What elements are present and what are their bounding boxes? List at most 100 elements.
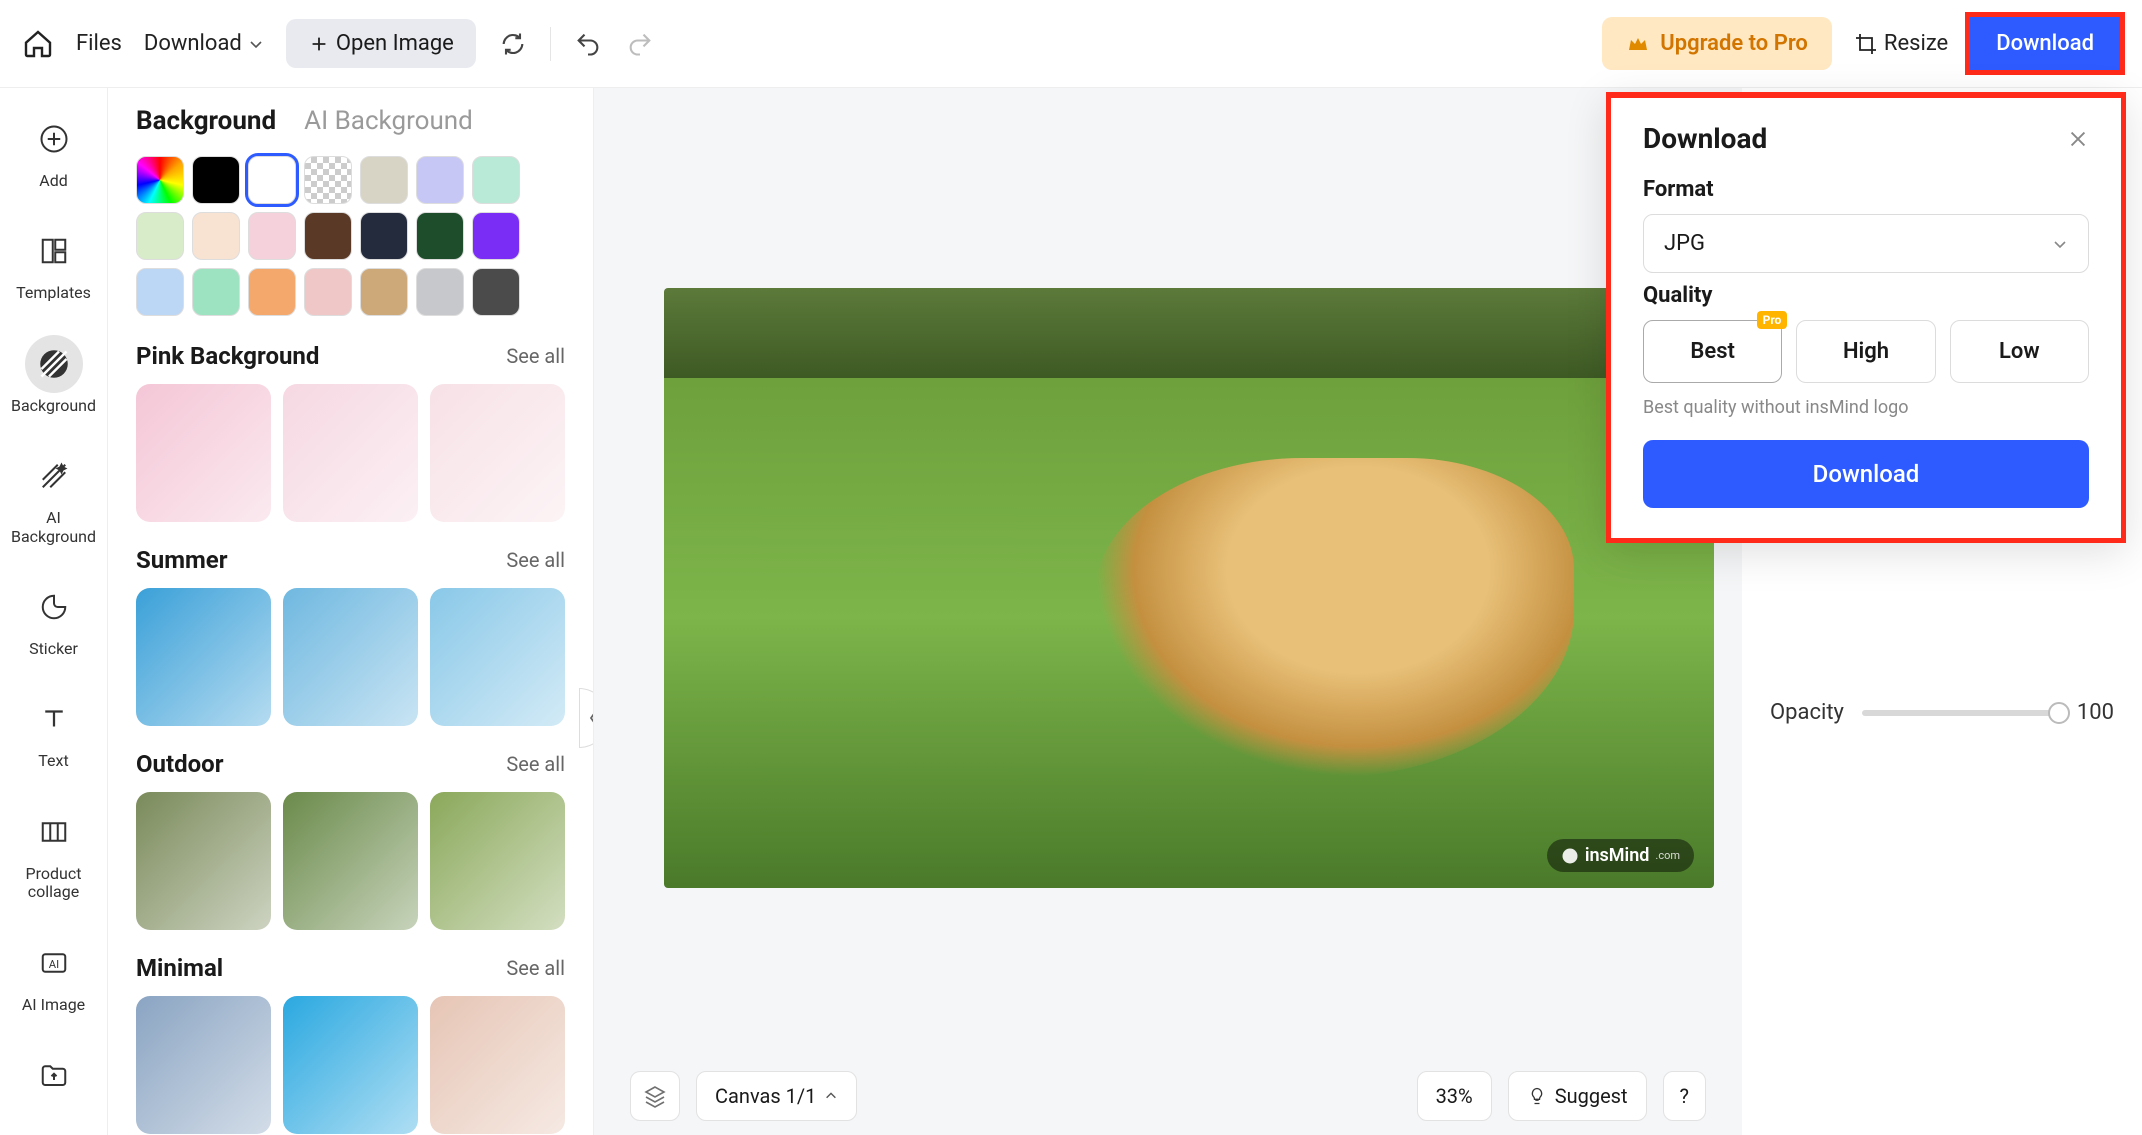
subject-dog xyxy=(1094,458,1574,778)
thumb-outdoor-2[interactable] xyxy=(430,792,565,930)
close-button[interactable] xyxy=(2067,128,2089,150)
zoom-indicator[interactable]: 33% xyxy=(1417,1071,1492,1121)
swatch-gray-tan[interactable] xyxy=(360,156,408,204)
open-image-button[interactable]: Open Image xyxy=(286,19,476,68)
thumb-pink-1[interactable] xyxy=(283,384,418,522)
thumb-outdoor-1[interactable] xyxy=(283,792,418,930)
help-button[interactable]: ? xyxy=(1663,1071,1706,1121)
swatch-peach[interactable] xyxy=(192,212,240,260)
swatch-forest[interactable] xyxy=(416,212,464,260)
swatch-tan[interactable] xyxy=(360,268,408,316)
swatch-transparent[interactable] xyxy=(304,156,352,204)
background-panel: Background AI Background Pink Background… xyxy=(108,88,594,1135)
upload-folder-icon xyxy=(25,1046,83,1104)
rail-templates[interactable]: Templates xyxy=(6,212,102,312)
redo-button[interactable] xyxy=(625,29,655,59)
canvas-footer: Canvas 1/1 33% Suggest ? xyxy=(630,1071,1706,1121)
see-all-pink[interactable]: See all xyxy=(506,344,565,368)
swatch-white[interactable] xyxy=(248,156,296,204)
see-all-minimal[interactable]: See all xyxy=(506,956,565,980)
swatch-seafoam[interactable] xyxy=(192,268,240,316)
rail-ai-background[interactable]: AI Background xyxy=(6,437,102,556)
format-value: JPG xyxy=(1664,231,1705,256)
opacity-control: Opacity 100 xyxy=(1770,700,2114,725)
thumb-minimal-1[interactable] xyxy=(283,996,418,1134)
sticker-icon xyxy=(25,578,83,636)
swatch-sky-grad[interactable] xyxy=(136,268,184,316)
collage-icon xyxy=(25,803,83,861)
quality-note: Best quality without insMind logo xyxy=(1643,397,2089,418)
collapse-panel-handle[interactable] xyxy=(579,688,594,748)
crop-icon xyxy=(1854,32,1878,56)
rail-upload[interactable] xyxy=(6,1036,102,1114)
format-select[interactable]: JPG xyxy=(1643,214,2089,273)
swatch-mint[interactable] xyxy=(472,156,520,204)
see-all-outdoor[interactable]: See all xyxy=(506,752,565,776)
watermark: insMind.com xyxy=(1547,839,1694,872)
thumb-pink-0[interactable] xyxy=(136,384,271,522)
quality-option-best[interactable]: BestPro xyxy=(1643,320,1782,383)
canvas-selector[interactable]: Canvas 1/1 xyxy=(696,1071,857,1121)
swatch-blush[interactable] xyxy=(304,268,352,316)
thumb-summer-0[interactable] xyxy=(136,588,271,726)
ai-image-icon: AI xyxy=(25,934,83,992)
chevron-down-icon xyxy=(2052,236,2068,252)
layers-button[interactable] xyxy=(630,1071,680,1121)
thumb-pink-2[interactable] xyxy=(430,384,565,522)
swatch-rainbow[interactable] xyxy=(136,156,184,204)
rail-sticker[interactable]: Sticker xyxy=(6,568,102,668)
rail-ai-image[interactable]: AI AI Image xyxy=(6,924,102,1024)
quality-label: Quality xyxy=(1643,283,2089,308)
format-label: Format xyxy=(1643,177,2089,202)
category-title-outdoor: Outdoor xyxy=(136,750,224,778)
undo-button[interactable] xyxy=(573,29,603,59)
swatch-brown[interactable] xyxy=(304,212,352,260)
swatch-silver[interactable] xyxy=(416,268,464,316)
rail-add[interactable]: Add xyxy=(6,100,102,200)
download-confirm-button[interactable]: Download xyxy=(1643,440,2089,508)
resize-label: Resize xyxy=(1884,31,1948,56)
svg-text:AI: AI xyxy=(48,958,58,971)
sync-icon[interactable] xyxy=(498,29,528,59)
swatch-pink[interactable] xyxy=(248,212,296,260)
canvas-image[interactable]: insMind.com xyxy=(664,288,1714,888)
color-swatch-grid xyxy=(136,156,565,316)
opacity-slider[interactable] xyxy=(1862,710,2059,716)
upgrade-label: Upgrade to Pro xyxy=(1660,31,1808,56)
download-button[interactable]: Download xyxy=(1970,17,2120,70)
tab-ai-background[interactable]: AI Background xyxy=(304,106,473,136)
download-menu[interactable]: Download xyxy=(144,31,264,56)
rail-text[interactable]: Text xyxy=(6,680,102,780)
upgrade-button[interactable]: Upgrade to Pro xyxy=(1602,17,1832,70)
files-menu[interactable]: Files xyxy=(76,31,122,56)
see-all-summer[interactable]: See all xyxy=(506,548,565,572)
swatch-black[interactable] xyxy=(192,156,240,204)
rail-product-collage[interactable]: Product collage xyxy=(6,793,102,912)
resize-button[interactable]: Resize xyxy=(1854,31,1948,56)
swatch-charcoal[interactable] xyxy=(472,268,520,316)
home-icon[interactable] xyxy=(22,28,54,60)
plus-icon xyxy=(308,33,330,55)
quality-options: BestProHighLow xyxy=(1643,320,2089,383)
thumb-minimal-2[interactable] xyxy=(430,996,565,1134)
text-icon xyxy=(25,690,83,748)
thumb-summer-1[interactable] xyxy=(283,588,418,726)
swatch-navy[interactable] xyxy=(360,212,408,260)
crown-icon xyxy=(1626,32,1650,56)
swatch-pale-green[interactable] xyxy=(136,212,184,260)
opacity-slider-thumb[interactable] xyxy=(2048,702,2070,724)
thumb-summer-2[interactable] xyxy=(430,588,565,726)
thumb-minimal-0[interactable] xyxy=(136,996,271,1134)
quality-option-high[interactable]: High xyxy=(1796,320,1935,383)
thumb-outdoor-0[interactable] xyxy=(136,792,271,930)
chevron-up-icon xyxy=(824,1089,838,1103)
tab-background[interactable]: Background xyxy=(136,106,276,136)
suggest-button[interactable]: Suggest xyxy=(1508,1071,1647,1121)
ai-hatch-icon xyxy=(25,447,83,505)
quality-option-low[interactable]: Low xyxy=(1950,320,2089,383)
swatch-orange[interactable] xyxy=(248,268,296,316)
close-icon xyxy=(2067,128,2089,150)
swatch-purple[interactable] xyxy=(472,212,520,260)
swatch-lavender[interactable] xyxy=(416,156,464,204)
rail-background[interactable]: Background xyxy=(6,325,102,425)
